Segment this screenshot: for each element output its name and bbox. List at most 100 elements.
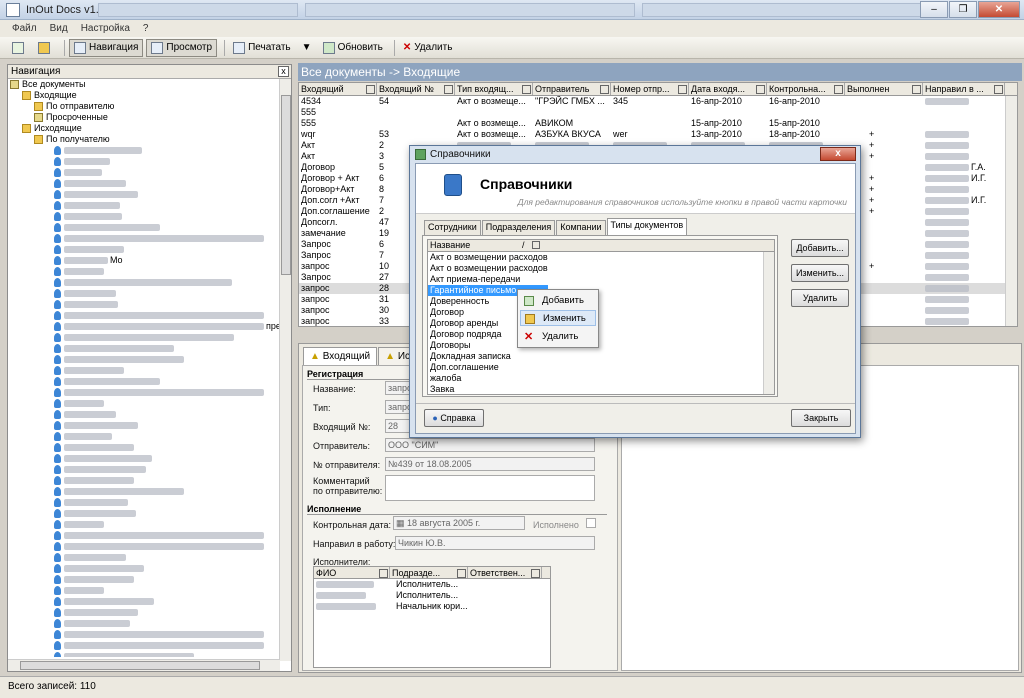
tree-item[interactable]: По отправителю: [8, 101, 291, 112]
list-item[interactable]: Доп.соглашение: [428, 362, 774, 373]
tree-item-person[interactable]: [8, 145, 291, 156]
tree-item-person[interactable]: [8, 332, 291, 343]
list-item[interactable]: Договор подряда: [428, 329, 774, 340]
tree-item-person[interactable]: [8, 618, 291, 629]
tree-item-person[interactable]: [8, 574, 291, 585]
list-item[interactable]: Акт о возмещении расходов: [428, 263, 774, 274]
tree-item-person[interactable]: Mo: [8, 255, 291, 266]
table-row[interactable]: Исполнитель...: [314, 590, 550, 601]
tree-item-person[interactable]: [8, 508, 291, 519]
tree-item-person[interactable]: [8, 288, 291, 299]
exec-col-fio[interactable]: ФИО: [314, 567, 390, 578]
tree-item-person[interactable]: [8, 387, 291, 398]
tree-item-person[interactable]: [8, 178, 291, 189]
sender-no-field[interactable]: №439 от 18.08.2005: [385, 457, 595, 471]
tree-item-person[interactable]: [8, 420, 291, 431]
tree-item-person[interactable]: [8, 519, 291, 530]
tree-item-person[interactable]: [8, 266, 291, 277]
sent-to-work-select[interactable]: Чикин Ю.В.: [395, 536, 595, 550]
menu-file[interactable]: Файл: [12, 23, 37, 34]
grid-column-header[interactable]: Контрольна...: [767, 83, 845, 95]
sender-select[interactable]: ООО "СИМ": [385, 438, 595, 452]
tree-item[interactable]: Все документы: [8, 79, 291, 90]
tree-item-person[interactable]: [8, 189, 291, 200]
navigation-vertical-scrollbar[interactable]: [279, 79, 291, 661]
tree-item[interactable]: Исходящие: [8, 123, 291, 134]
add-button[interactable]: Добавить...: [791, 239, 849, 257]
tree-item-person[interactable]: [8, 310, 291, 321]
list-item[interactable]: Договор: [428, 307, 774, 318]
tree-item-person[interactable]: [8, 475, 291, 486]
tree-item-person[interactable]: пре: [8, 321, 291, 332]
print-button[interactable]: Печатать: [229, 39, 295, 57]
tree-item-person[interactable]: [8, 442, 291, 453]
tree-item-person[interactable]: [8, 596, 291, 607]
list-item[interactable]: Акт о возмещении расходов: [428, 252, 774, 263]
delete-item-button[interactable]: Удалить: [791, 289, 849, 307]
minimize-button[interactable]: –: [920, 1, 948, 18]
tree-item-person[interactable]: [8, 651, 291, 657]
grid-column-header[interactable]: Номер отпр...: [611, 83, 689, 95]
tab-incoming[interactable]: ▲ Входящий: [303, 347, 378, 365]
grid-column-header[interactable]: Отправитель: [533, 83, 611, 95]
tree-item-person[interactable]: [8, 541, 291, 552]
table-row[interactable]: 555 Акт о возмеще... АВИКОМ 15-апр-2010 15-а…: [299, 118, 1017, 129]
open-button[interactable]: [34, 39, 57, 57]
list-item[interactable]: Доверенность: [428, 296, 774, 307]
context-add[interactable]: Добавить: [520, 293, 596, 309]
tree-item-person[interactable]: [8, 156, 291, 167]
table-row[interactable]: wqr 53 Акт о возмеще... АЗБУКА ВКУСА wer 13-а…: [299, 129, 1017, 140]
restore-button[interactable]: ❐: [949, 1, 977, 18]
navigation-close-icon[interactable]: x: [278, 66, 289, 77]
exec-col-responsible[interactable]: Ответствен...: [468, 567, 542, 578]
list-vertical-scrollbar[interactable]: [763, 252, 774, 394]
close-dialog-button[interactable]: Закрыть: [791, 409, 851, 427]
list-item[interactable]: Договоры: [428, 340, 774, 351]
dialog-tab[interactable]: Подразделения: [481, 220, 556, 235]
dialog-tab[interactable]: Сотрудники: [424, 220, 481, 235]
delete-button[interactable]: ✕ Удалить: [399, 39, 457, 57]
tree-item-person[interactable]: [8, 299, 291, 310]
list-item[interactable]: Докладная записка: [428, 351, 774, 362]
filter-icon[interactable]: [532, 241, 540, 249]
grid-column-header[interactable]: Входящий №: [377, 83, 455, 95]
tree-item-person[interactable]: [8, 607, 291, 618]
refresh-button[interactable]: Обновить: [319, 39, 387, 57]
list-column-name[interactable]: Название /: [428, 240, 774, 252]
new-button[interactable]: [8, 39, 31, 57]
grid-vertical-scrollbar[interactable]: [1005, 96, 1017, 326]
list-item[interactable]: Акт приема-передачи: [428, 274, 774, 285]
table-row[interactable]: Начальник юри...: [314, 601, 550, 612]
tree-item-person[interactable]: [8, 167, 291, 178]
dialog-close-button[interactable]: x: [820, 147, 856, 161]
taskbar-tab[interactable]: [305, 3, 635, 17]
tree-item-person[interactable]: [8, 431, 291, 442]
tree-item-person[interactable]: [8, 233, 291, 244]
tree-item-person[interactable]: [8, 200, 291, 211]
list-item[interactable]: Договор аренды: [428, 318, 774, 329]
tree-item-person[interactable]: [8, 530, 291, 541]
list-item[interactable]: жалоба: [428, 373, 774, 384]
context-edit[interactable]: Изменить: [520, 310, 596, 326]
navigation-toggle-button[interactable]: Навигация: [69, 38, 144, 57]
table-row[interactable]: Исполнитель...: [314, 579, 550, 590]
context-delete[interactable]: ✕ Удалить: [520, 329, 596, 345]
done-checkbox[interactable]: [586, 518, 596, 528]
grid-column-header[interactable]: Входящий: [299, 83, 377, 95]
tree-item-person[interactable]: [8, 244, 291, 255]
control-date-picker[interactable]: ▦ 18 августа 2005 г.: [393, 516, 525, 530]
tree-item-person[interactable]: [8, 497, 291, 508]
taskbar-tab[interactable]: [98, 3, 298, 17]
menu-view[interactable]: Вид: [50, 23, 68, 34]
view-toggle-button[interactable]: Просмотр: [146, 38, 218, 57]
tree-item-person[interactable]: [8, 552, 291, 563]
tree-item-person[interactable]: [8, 343, 291, 354]
tree-item-person[interactable]: [8, 640, 291, 651]
comment-textarea[interactable]: [385, 475, 595, 501]
grid-column-header[interactable]: Дата входя...: [689, 83, 767, 95]
tree-item[interactable]: По получателю: [8, 134, 291, 145]
help-button[interactable]: ● Справка: [424, 409, 484, 427]
table-row[interactable]: 4534 54 Акт о возмеще... "ГРЭЙС ГМБХ ... 345…: [299, 96, 1017, 107]
tree-item-person[interactable]: [8, 486, 291, 497]
tree-item-person[interactable]: [8, 453, 291, 464]
